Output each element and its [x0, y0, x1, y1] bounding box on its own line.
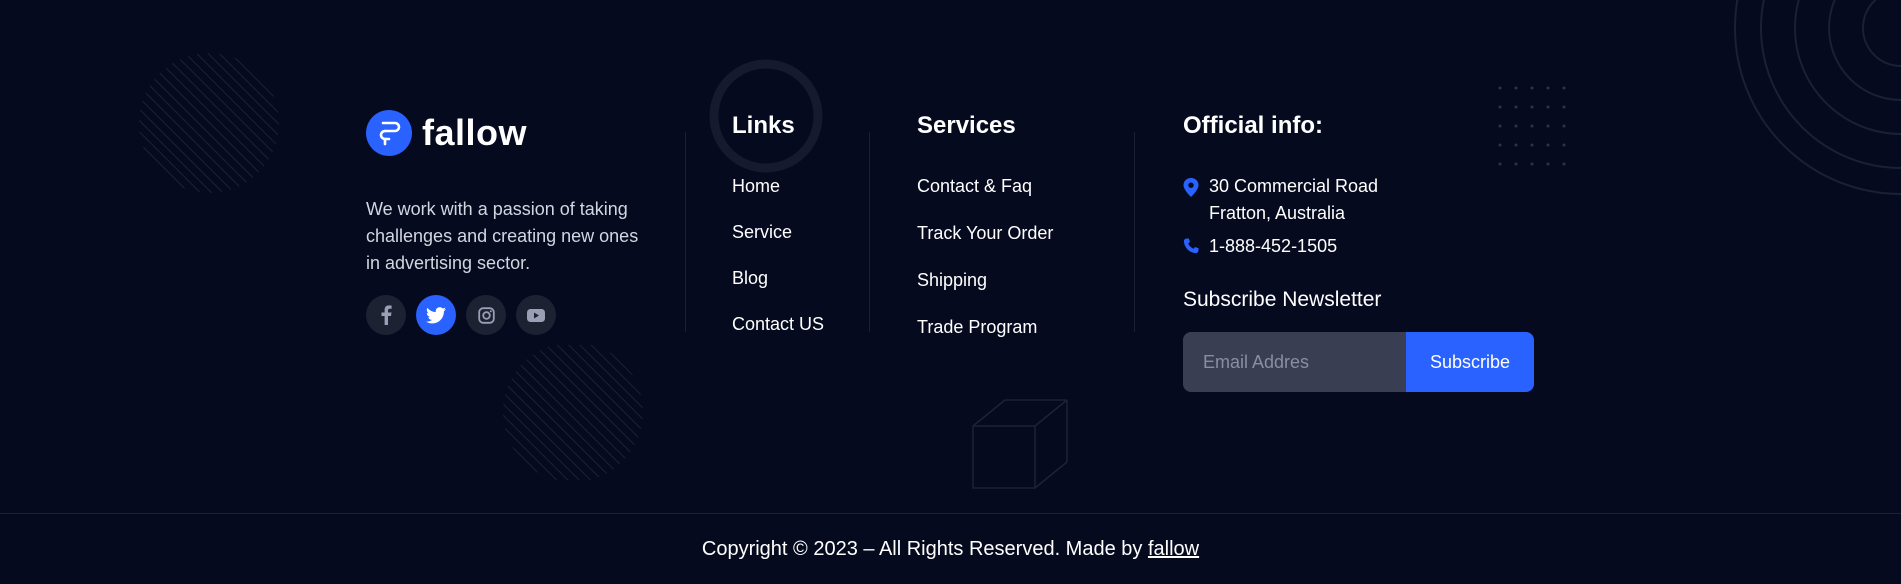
dot-grid-decoration [1498, 86, 1566, 166]
phone-row[interactable]: 1-888-452-1505 [1183, 233, 1337, 260]
cube-decoration [972, 399, 1068, 489]
subscribe-button[interactable]: Subscribe [1406, 332, 1534, 392]
footer-divider [0, 513, 1901, 514]
official-info-title: Official info: [1183, 112, 1323, 139]
address-line-1: 30 Commercial Road [1209, 176, 1379, 196]
footer-link-shipping[interactable]: Shipping [917, 270, 1053, 317]
hatched-circle-decoration [503, 345, 643, 480]
twitter-link[interactable] [416, 295, 456, 335]
phone-number: 1-888-452-1505 [1209, 236, 1338, 256]
footer-link-home[interactable]: Home [732, 176, 824, 222]
services-title: Services [917, 112, 1016, 139]
youtube-icon [527, 308, 545, 322]
instagram-link[interactable] [466, 295, 506, 335]
links-title: Links [732, 112, 795, 139]
services-list: Contact & Faq Track Your Order Shipping … [917, 176, 1053, 364]
brand-link[interactable]: fallow [1148, 538, 1199, 560]
about-text: We work with a passion of taking challen… [366, 199, 639, 273]
hatched-circle-decoration [139, 53, 279, 193]
phone-icon [1183, 238, 1199, 254]
concentric-rings-decoration [1734, 0, 1901, 195]
newsletter-title: Subscribe Newsletter [1183, 288, 1382, 311]
instagram-icon [477, 306, 495, 324]
footer-link-blog[interactable]: Blog [732, 268, 824, 314]
address-line-2: Fratton, Australia [1209, 203, 1346, 223]
youtube-link[interactable] [516, 295, 556, 335]
facebook-link[interactable] [366, 295, 406, 335]
footer-link-track-order[interactable]: Track Your Order [917, 223, 1053, 270]
brand-name: fallow [422, 112, 528, 153]
address-row: 30 Commercial Road Fratton, Australia [1183, 173, 1378, 227]
twitter-icon [426, 306, 446, 323]
footer-link-service[interactable]: Service [732, 222, 824, 268]
footer-link-contact-faq[interactable]: Contact & Faq [917, 176, 1053, 223]
links-list: Home Service Blog Contact US [732, 176, 824, 360]
newsletter-form: Subscribe [1183, 332, 1534, 392]
column-divider [869, 132, 870, 332]
facebook-icon [381, 305, 392, 325]
logo-icon [366, 110, 412, 156]
copyright: Copyright © 2023 – All Rights Reserved. … [0, 538, 1901, 561]
footer-logo[interactable]: fallow [366, 110, 527, 156]
column-divider [1134, 132, 1135, 332]
column-divider [685, 132, 686, 332]
social-links [366, 295, 556, 335]
footer-link-contact[interactable]: Contact US [732, 314, 824, 360]
address-text: 30 Commercial Road Fratton, Australia [1209, 173, 1378, 227]
copyright-text: Copyright © 2023 – All Rights Reserved. … [701, 538, 1143, 560]
location-pin-icon [1183, 178, 1199, 197]
email-field[interactable] [1183, 332, 1406, 392]
footer-link-trade-program[interactable]: Trade Program [917, 317, 1053, 364]
